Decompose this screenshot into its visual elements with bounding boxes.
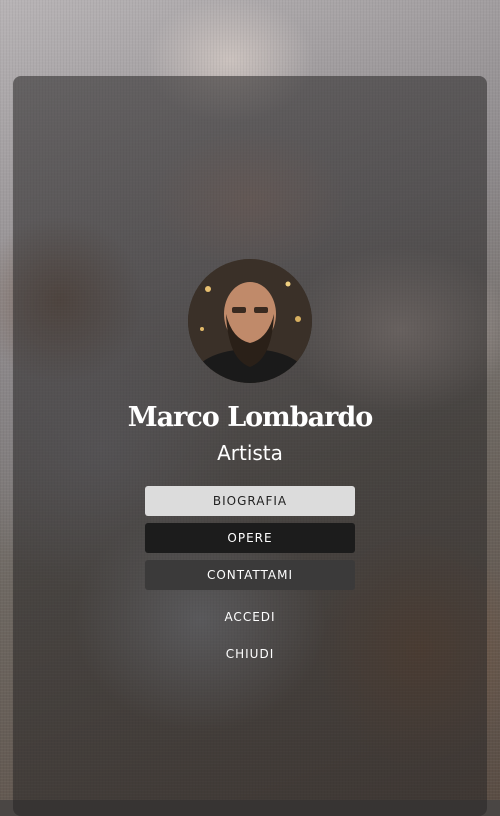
biografia-button[interactable]: BIOGRAFIA [145,486,355,516]
avatar [188,259,312,383]
chiudi-link[interactable]: CHIUDI [0,647,500,661]
profile-name: Marco Lombardo [127,402,374,433]
contattami-button[interactable]: CONTATTAMI [145,560,355,590]
opere-button[interactable]: OPERE [145,523,355,553]
accedi-link[interactable]: ACCEDI [0,610,500,624]
profile-role: Artista [217,441,283,465]
avatar-portrait [188,259,312,383]
